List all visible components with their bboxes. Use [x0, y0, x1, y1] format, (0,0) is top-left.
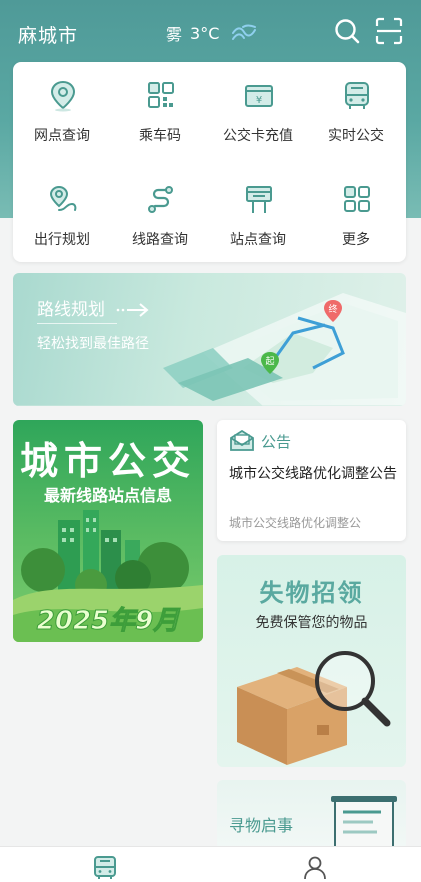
announcement-card[interactable]: 公告 城市公交线路优化调整公告 城市公交线路优化调整公 [217, 420, 406, 541]
user-tab-icon[interactable] [302, 855, 328, 881]
weather-widget: 雾 3°C [166, 21, 257, 45]
box-magnifier-illustration [237, 651, 391, 765]
grid-item-outlet-query[interactable]: 网点查询 [13, 62, 111, 152]
arrow-right-icon [117, 303, 149, 317]
grid-item-card-recharge[interactable]: ¥ 公交卡充值 [209, 62, 307, 152]
announcement-description: 城市公交线路优化调整公 [229, 516, 362, 530]
more-grid-icon [344, 186, 370, 212]
grid-item-label: 更多 [342, 232, 370, 248]
grid-item-label: 乘车码 [139, 128, 181, 144]
grid-item-label: 实时公交 [328, 128, 384, 144]
banner-title: 路线规划 [37, 295, 150, 320]
fog-icon [232, 24, 257, 40]
lost-found-title: 失物招领 [259, 579, 364, 607]
bus-icon [345, 82, 369, 109]
weather-temperature: 3°C [190, 23, 220, 43]
city-selector[interactable]: 麻城市 [18, 21, 78, 48]
grid-item-realtime-bus[interactable]: 实时公交 [307, 62, 405, 152]
grid-item-label: 公交卡充值 [223, 128, 293, 144]
bottom-tab-bar [0, 846, 421, 882]
grid-item-route-query[interactable]: 线路查询 [111, 166, 209, 256]
lost-and-found-card[interactable]: 失物招领 免费保管您的物品 [217, 555, 406, 767]
grid-item-stop-query[interactable]: 站点查询 [209, 166, 307, 256]
announcement-label: 公告 [261, 432, 292, 451]
route-search-icon [148, 186, 173, 213]
lost-item-notice-card[interactable]: 寻物启事 [217, 780, 406, 850]
svg-text:终: 终 [328, 303, 337, 315]
grid-item-label: 网点查询 [34, 128, 90, 144]
notice-board-illustration [331, 796, 397, 850]
location-pin-icon [50, 80, 76, 112]
map-end-marker: 终 [324, 300, 342, 322]
map-start-marker: 起 [261, 352, 279, 374]
mail-icon [230, 430, 254, 451]
grid-item-ride-code[interactable]: 乘车码 [111, 62, 209, 152]
card-recharge-icon: ¥ [245, 85, 273, 107]
banner-divider [37, 323, 117, 324]
svg-text:¥: ¥ [256, 95, 262, 106]
bus-tab-icon[interactable] [92, 855, 118, 881]
route-planning-banner[interactable]: 起 终 路线规划 轻松找到最佳路径 [13, 273, 406, 406]
quick-function-grid: 网点查询 乘车码 ¥ 公交卡充值 实时公交 出行规划 线路查询 站点查询 更多 [13, 62, 406, 262]
promo-title: 城市公交 [19, 439, 196, 483]
top-bar: 麻城市 雾 3°C [0, 0, 421, 62]
city-bus-promo-card[interactable]: 城市公交 最新线路站点信息 2025年9月 [13, 420, 203, 642]
grid-item-label: 站点查询 [230, 232, 286, 248]
lost-found-subtitle: 免费保管您的物品 [255, 615, 368, 631]
announcement-header: 公告 [229, 430, 291, 452]
banner-subtitle: 轻松找到最佳路径 [37, 336, 149, 352]
scan-icon[interactable] [375, 17, 403, 45]
announcement-title: 城市公交线路优化调整公告 [229, 466, 397, 482]
bus-stop-icon [246, 186, 272, 213]
promo-date: 2025年9月 [36, 606, 180, 637]
grid-item-label: 线路查询 [132, 232, 188, 248]
grid-item-trip-planning[interactable]: 出行规划 [13, 166, 111, 256]
svg-text:起: 起 [265, 356, 274, 367]
weather-condition: 雾 [166, 25, 183, 44]
search-icon[interactable] [333, 17, 361, 45]
route-plan-icon [49, 185, 77, 211]
grid-item-more[interactable]: 更多 [307, 166, 405, 256]
find-notice-title: 寻物启事 [229, 816, 294, 835]
qr-code-icon [148, 82, 174, 108]
promo-subtitle: 最新线路站点信息 [43, 486, 172, 505]
grid-item-label: 出行规划 [34, 232, 90, 248]
